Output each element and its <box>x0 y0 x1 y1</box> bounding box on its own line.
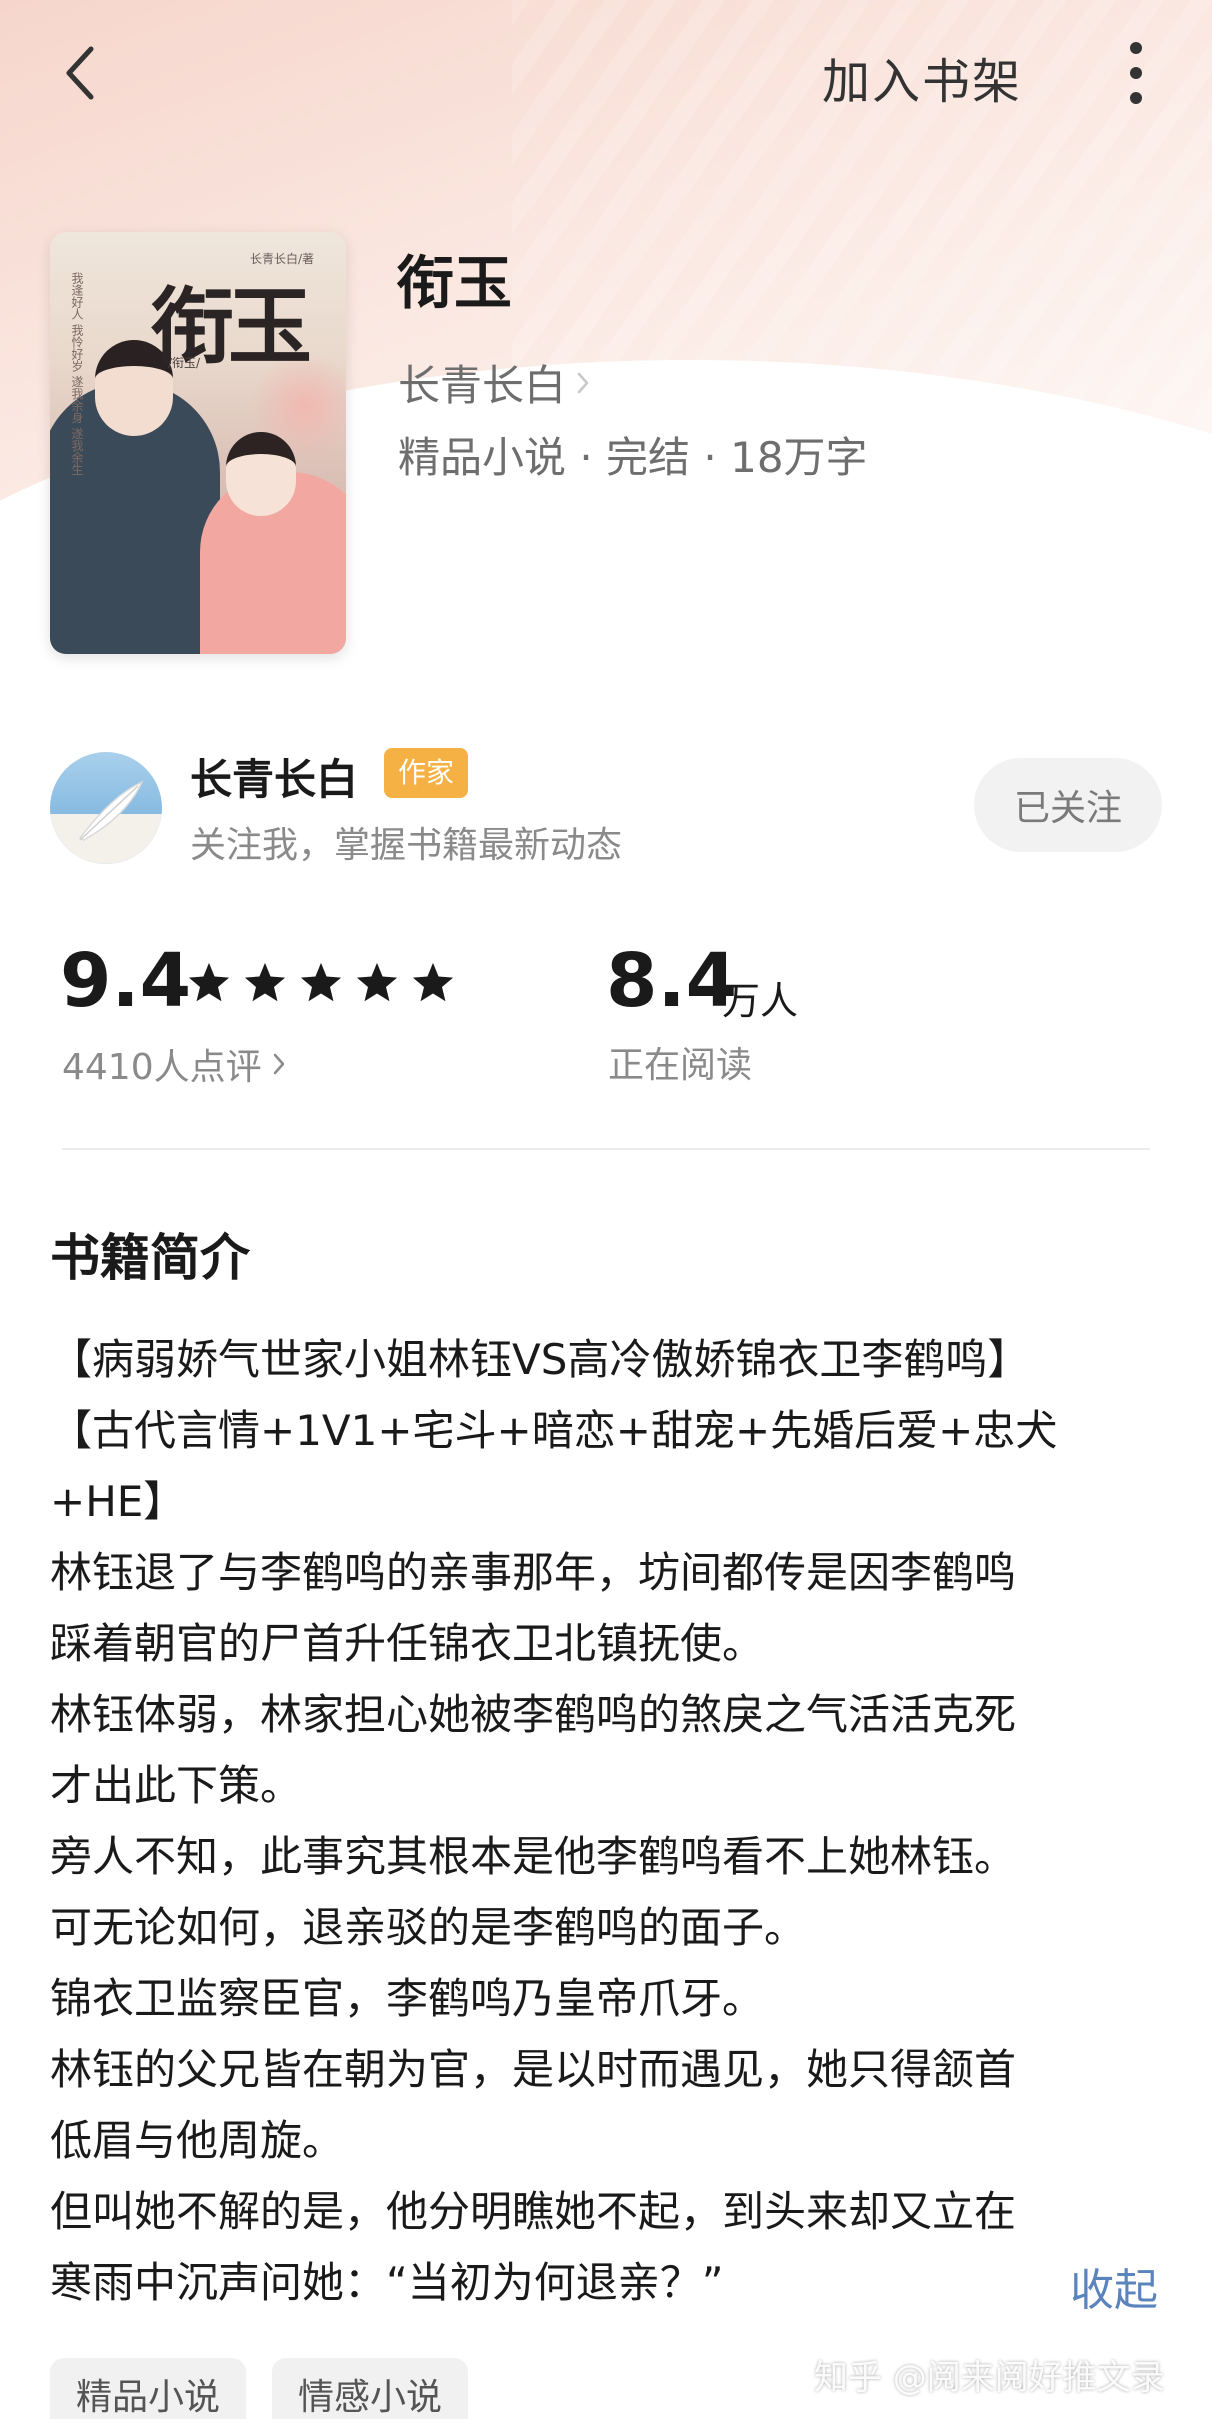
dot-icon <box>1130 42 1142 54</box>
intro-line: 低眉与他周旋。 <box>50 2116 345 2165</box>
section-divider <box>62 1148 1150 1150</box>
reading-unit: 万人 <box>722 979 799 1023</box>
intro-line: 林钰体弱，林家担心她被李鹤鸣的煞戾之气活活克死 <box>50 1690 1017 1739</box>
tag-list: 精品小说 情感小说 <box>50 2358 469 2419</box>
intro-text: 【病弱娇气世家小姐林钰VS高冷傲娇锦衣卫李鹤鸣】 【古代言情+1V1+宅斗+暗恋… <box>50 1324 1170 2318</box>
rating-score: 9.4 <box>60 938 192 1024</box>
book-author-link[interactable]: 长青长白 <box>398 352 590 413</box>
intro-line: +HE】 <box>50 1477 186 1526</box>
book-meta: 精品小说 · 完结 · 18万字 <box>398 433 868 482</box>
intro-line: 锦衣卫监察臣官，李鹤鸣乃皇帝爪牙。 <box>50 1974 765 2023</box>
author-badge: 作家 <box>384 748 469 798</box>
back-arrow-icon <box>66 46 94 100</box>
star-icon <box>412 962 454 1002</box>
book-cover[interactable]: 我逢好人 我怜好岁 遂我余身 遂我余生 衔玉 长青长白/著 /衔玉/ <box>50 232 346 654</box>
intro-heading: 书籍简介 <box>50 1229 250 1287</box>
rating-stars <box>186 960 456 1006</box>
cover-figure-woman-head <box>226 432 296 516</box>
star-icon <box>244 962 286 1002</box>
tag-chip[interactable]: 情感小说 <box>272 2358 469 2419</box>
follow-button[interactable]: 已关注 <box>974 758 1162 852</box>
intro-line: 寒雨中沉声问她：“当初为何退亲？” <box>50 2258 724 2307</box>
reading-label: 正在阅读 <box>608 1045 753 1086</box>
back-button[interactable] <box>55 38 105 108</box>
author-description: 关注我，掌握书籍最新动态 <box>190 825 623 866</box>
reading-count: 8.4 <box>606 938 738 1024</box>
review-count: 4410人点评 <box>62 1047 262 1088</box>
intro-line: 【病弱娇气世家小姐林钰VS高冷傲娇锦衣卫李鹤鸣】 <box>50 1335 1030 1384</box>
chevron-right-icon <box>273 1053 284 1075</box>
intro-line: 旁人不知，此事究其根本是他李鹤鸣看不上她林钰。 <box>50 1832 1017 1881</box>
reviews-link[interactable]: 4410人点评 <box>62 1038 286 1090</box>
more-options-button[interactable] <box>1118 38 1154 108</box>
cover-poem: 我逢好人 我怜好岁 遂我余身 遂我余生 <box>70 272 84 476</box>
intro-line: 才出此下策。 <box>50 1761 303 1810</box>
dot-icon <box>1130 92 1142 104</box>
book-title: 衔玉 <box>396 249 513 317</box>
book-author: 长青长白 <box>398 361 567 410</box>
intro-line: 林钰退了与李鹤鸣的亲事那年，坊间都传是因李鹤鸣 <box>50 1548 1017 1597</box>
add-to-shelf-button[interactable]: 加入书架 <box>822 42 1022 112</box>
watermark: 知乎 @阅来阅好推文录 <box>814 2358 1165 2398</box>
star-icon <box>356 962 398 1002</box>
author-avatar[interactable] <box>50 752 162 864</box>
cover-author: 长青长白/著 <box>250 252 315 266</box>
collapse-button[interactable]: 收起 <box>1070 2254 1158 2318</box>
quill-icon <box>50 780 162 864</box>
star-icon <box>188 962 230 1002</box>
dot-icon <box>1130 67 1142 79</box>
intro-line: 林钰的父兄皆在朝为官，是以时而遇见，她只得颔首 <box>50 2045 1017 2094</box>
chevron-right-icon <box>577 372 589 393</box>
star-icon <box>300 962 342 1002</box>
intro-line: 【古代言情+1V1+宅斗+暗恋+甜宠+先婚后爱+忠犬 <box>50 1406 1058 1455</box>
intro-line: 踩着朝官的尸首升任锦衣卫北镇抚使。 <box>50 1619 765 1668</box>
author-name[interactable]: 长青长白 <box>190 746 358 807</box>
tag-chip[interactable]: 精品小说 <box>50 2358 247 2419</box>
intro-line: 可无论如何，退亲驳的是李鹤鸣的面子。 <box>50 1903 807 1952</box>
cover-subtitle: /衔玉/ <box>168 356 201 370</box>
intro-line: 但叫她不解的是，他分明瞧她不起，到头来却又立在 <box>50 2187 1017 2236</box>
